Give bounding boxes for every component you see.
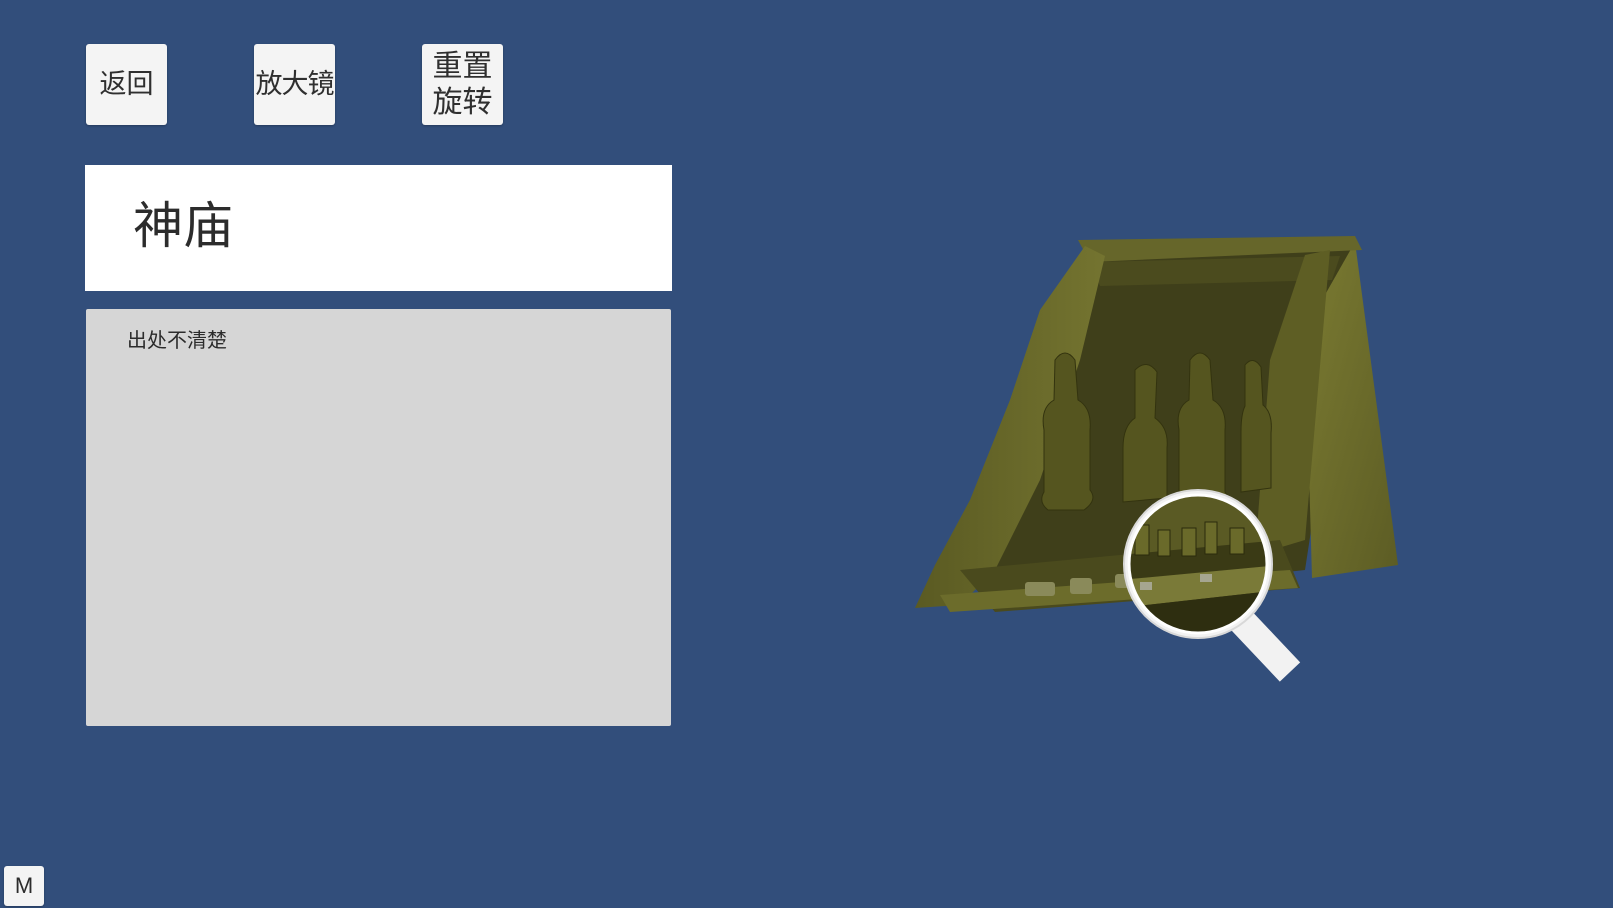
app-screen: 返回 放大镜 重置 旋转 神庙 出处不清楚 M	[0, 0, 1613, 908]
description-text: 出处不清楚	[127, 328, 227, 352]
title-panel: 神庙	[85, 165, 672, 291]
description-panel: 出处不清楚	[86, 309, 671, 726]
reset-rotation-button[interactable]: 重置 旋转	[422, 44, 503, 125]
model-viewport[interactable]	[900, 210, 1460, 730]
temple-3d-model[interactable]	[900, 210, 1460, 730]
magnifier-button-label: 放大镜	[255, 68, 335, 100]
reset-rotation-button-label: 重置 旋转	[432, 48, 493, 120]
back-button-label: 返回	[99, 68, 154, 100]
m-button[interactable]: M	[4, 866, 44, 906]
m-button-label: M	[14, 873, 34, 898]
magnifier-button[interactable]: 放大镜	[254, 44, 335, 125]
page-title: 神庙	[133, 197, 233, 255]
back-button[interactable]: 返回	[86, 44, 167, 125]
